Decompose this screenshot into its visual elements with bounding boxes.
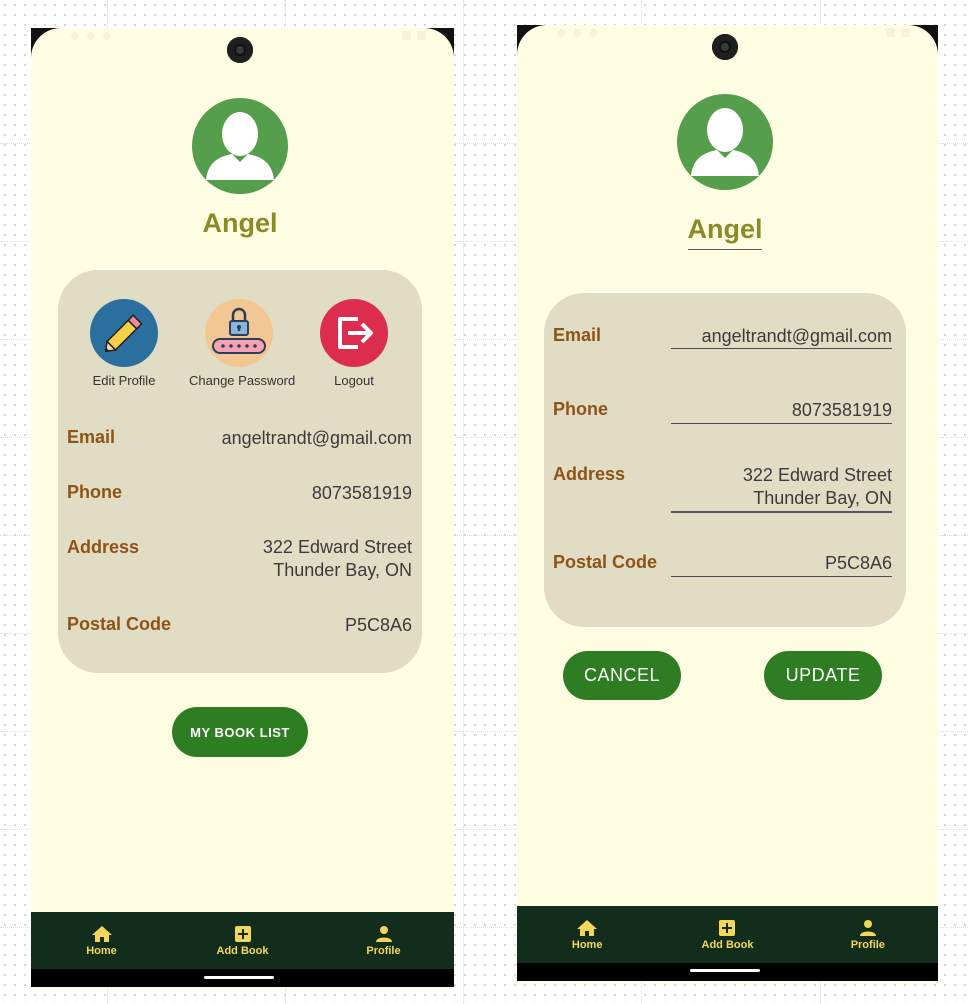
password-lock-icon	[205, 299, 273, 367]
nav-home[interactable]: Home	[52, 925, 152, 957]
person-icon	[691, 108, 759, 176]
phone-label: Phone	[67, 482, 123, 502]
home-icon	[91, 925, 112, 942]
phone-field[interactable]: 8073581919	[662, 399, 892, 422]
address-label: Address	[553, 464, 626, 484]
logout-button[interactable]: Logout	[304, 299, 404, 388]
profile-edit-screen: Angel Email angeltrandt@gmail.com Phone …	[517, 25, 938, 983]
email-label: Email	[553, 325, 602, 345]
nav-add-book[interactable]: Add Book	[677, 919, 777, 951]
email-value: angeltrandt@gmail.com	[221, 428, 412, 448]
nav-home[interactable]: Home	[537, 919, 637, 951]
home-icon	[577, 919, 598, 936]
cancel-button[interactable]: CANCEL	[563, 651, 681, 700]
status-bar-right	[402, 31, 426, 40]
phone-value: 8073581919	[311, 483, 412, 503]
status-bar-left	[71, 32, 111, 40]
address-field[interactable]: 322 Edward Street Thunder Bay, ON	[662, 464, 892, 510]
user-name: Angel	[202, 208, 278, 238]
nav-home-label: Home	[86, 944, 117, 957]
address-underline	[671, 511, 892, 513]
phone-label: Phone	[553, 399, 609, 419]
postal-code-label: Postal Code	[67, 614, 172, 634]
front-camera	[712, 34, 738, 60]
phone-underline	[671, 423, 892, 424]
logout-icon	[320, 299, 388, 367]
change-password-label: Change Password	[189, 373, 296, 388]
address-value: 322 Edward Street Thunder Bay, ON	[262, 537, 412, 580]
edit-profile-button[interactable]: Edit Profile	[74, 299, 174, 388]
add-box-icon	[234, 925, 251, 942]
nav-profile-label: Profile	[850, 938, 885, 951]
postal-code-label: Postal Code	[553, 552, 658, 572]
nav-profile[interactable]: Profile	[334, 925, 434, 957]
profile-card: Edit Profile Change Password Logout Emai…	[58, 270, 422, 673]
add-box-icon	[719, 919, 736, 936]
bottom-nav: Home Add Book Profile	[517, 906, 938, 963]
edit-profile-label: Edit Profile	[92, 373, 156, 388]
user-name-input[interactable]: Angel	[617, 214, 833, 245]
email-underline	[671, 348, 892, 349]
profile-icon	[375, 925, 392, 942]
nav-home-label: Home	[571, 938, 603, 951]
status-bar-right	[886, 28, 910, 37]
my-book-list-button[interactable]: MY BOOK LIST	[172, 707, 308, 757]
profile-view-screen: Angel Edit Profile Change Password Logou…	[31, 28, 454, 989]
name-underline	[688, 249, 762, 250]
email-field[interactable]: angeltrandt@gmail.com	[662, 325, 892, 348]
postal-code-field[interactable]: P5C8A6	[662, 552, 892, 575]
nav-add-book-label: Add Book	[701, 938, 754, 951]
pencil-icon	[90, 299, 158, 367]
avatar	[677, 94, 773, 190]
front-camera	[227, 37, 253, 63]
email-label: Email	[67, 427, 116, 447]
update-button[interactable]: UPDATE	[764, 651, 882, 700]
profile-icon	[859, 919, 876, 936]
home-gesture-bar[interactable]	[204, 976, 274, 979]
canvas-gridline	[463, 0, 465, 1004]
nav-profile-label: Profile	[366, 944, 401, 957]
address-label: Address	[67, 537, 140, 557]
nav-profile[interactable]: Profile	[818, 919, 918, 951]
logout-label: Logout	[334, 373, 374, 388]
nav-add-book-label: Add Book	[216, 944, 269, 957]
system-gesture-area	[517, 963, 938, 981]
postal-code-value: P5C8A6	[344, 615, 412, 635]
bottom-nav: Home Add Book Profile	[31, 912, 454, 969]
change-password-button[interactable]: Change Password	[189, 299, 296, 388]
home-gesture-bar[interactable]	[690, 969, 760, 972]
avatar	[192, 98, 288, 194]
person-icon	[206, 112, 274, 180]
postal-code-underline	[671, 576, 892, 577]
status-bar-left	[557, 29, 597, 37]
edit-card: Email angeltrandt@gmail.com Phone 807358…	[544, 293, 906, 627]
nav-add-book[interactable]: Add Book	[193, 925, 293, 957]
